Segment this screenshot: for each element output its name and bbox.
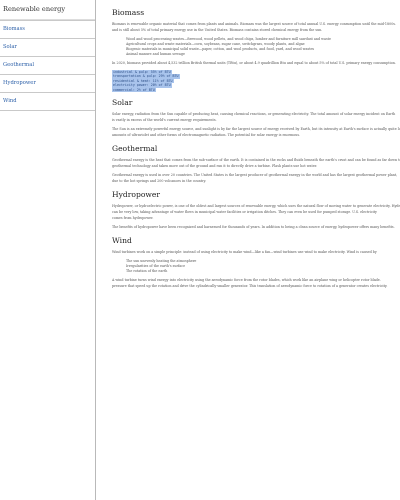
section-geothermal: Geothermal Geothermal energy is the heat… xyxy=(112,144,400,184)
sidebar-nav: Biomass Solar Geothermal Hydropower Wind xyxy=(0,20,95,111)
sidebar-title: Renewable energy xyxy=(0,0,95,20)
sidebar-item-wind[interactable]: Wind xyxy=(0,93,95,111)
paragraph: is vastly in excess of the world's curre… xyxy=(112,118,217,123)
section-title-geothermal: Geothermal xyxy=(112,144,158,154)
paragraph: Biomass is renewable organic material th… xyxy=(112,22,397,26)
paragraph: Solar energy, radiation from the Sun cap… xyxy=(112,112,396,117)
list-item: Animal manure and human sewage xyxy=(126,52,400,57)
main-content: Biomass Biomass is renewable organic mat… xyxy=(112,8,400,500)
section-title-biomass: Biomass xyxy=(112,8,145,17)
paragraph: pressure that speed up the rotation and … xyxy=(112,284,388,289)
paragraph: Wind turbines work on a simple principle… xyxy=(112,250,377,255)
paragraph: A wind turbine turns wind energy into el… xyxy=(112,278,381,283)
section-solar: Solar Solar energy, radiation from the S… xyxy=(112,98,400,138)
paragraph: geothermal technology and taken more out… xyxy=(112,164,318,169)
code-line: commercial: 2% of BTU xyxy=(112,87,156,93)
paragraph: In 2020, biomass provided about 4,532 tr… xyxy=(112,61,396,65)
section-wind: Wind Wind turbines work on a simple prin… xyxy=(112,236,400,289)
biomass-list: Wood and wood processing wastes—firewood… xyxy=(112,37,400,57)
section-title-hydropower: Hydropower xyxy=(112,190,161,200)
paragraph: Hydropower, or hydroelectric power, is o… xyxy=(112,204,400,209)
paragraph: Geothermal energy is the heat that comes… xyxy=(112,158,400,163)
code-line: electricity power: 20% of BTU xyxy=(112,83,172,88)
paragraph: The Sun is an extremely powerful energy … xyxy=(112,127,400,132)
wind-list: The sun unevenly heating the atmosphere … xyxy=(112,259,400,274)
paragraph: due to the hot springs and 200 volcanoes… xyxy=(112,179,207,184)
sidebar-item-biomass[interactable]: Biomass xyxy=(0,20,95,39)
sidebar-item-hydropower[interactable]: Hydropower xyxy=(0,75,95,93)
paragraph: The benefits of hydropower have been rec… xyxy=(112,225,395,230)
section-title-wind: Wind xyxy=(112,236,132,246)
list-item: The rotation of the earth xyxy=(126,269,400,274)
paragraph: amounts of ultraviolet and other forms o… xyxy=(112,133,301,138)
paragraph: and is still about 5% of total primary e… xyxy=(112,28,323,32)
section-biomass: Biomass Biomass is renewable organic mat… xyxy=(112,8,400,93)
sidebar: Renewable energy Biomass Solar Geotherma… xyxy=(0,0,96,500)
section-hydropower: Hydropower Hydropower, or hydroelectric … xyxy=(112,190,400,230)
paragraph: comes from hydropower. xyxy=(112,216,154,221)
paragraph: Geothermal energy is used in over 20 cou… xyxy=(112,173,398,178)
paragraph: can be very low, taking advantage of wat… xyxy=(112,210,377,215)
biomass-usage-block: industrial & pulp: 55% of BTU transporta… xyxy=(112,70,400,93)
sidebar-item-geothermal[interactable]: Geothermal xyxy=(0,57,95,75)
section-title-solar: Solar xyxy=(112,98,133,108)
sidebar-item-solar[interactable]: Solar xyxy=(0,39,95,57)
